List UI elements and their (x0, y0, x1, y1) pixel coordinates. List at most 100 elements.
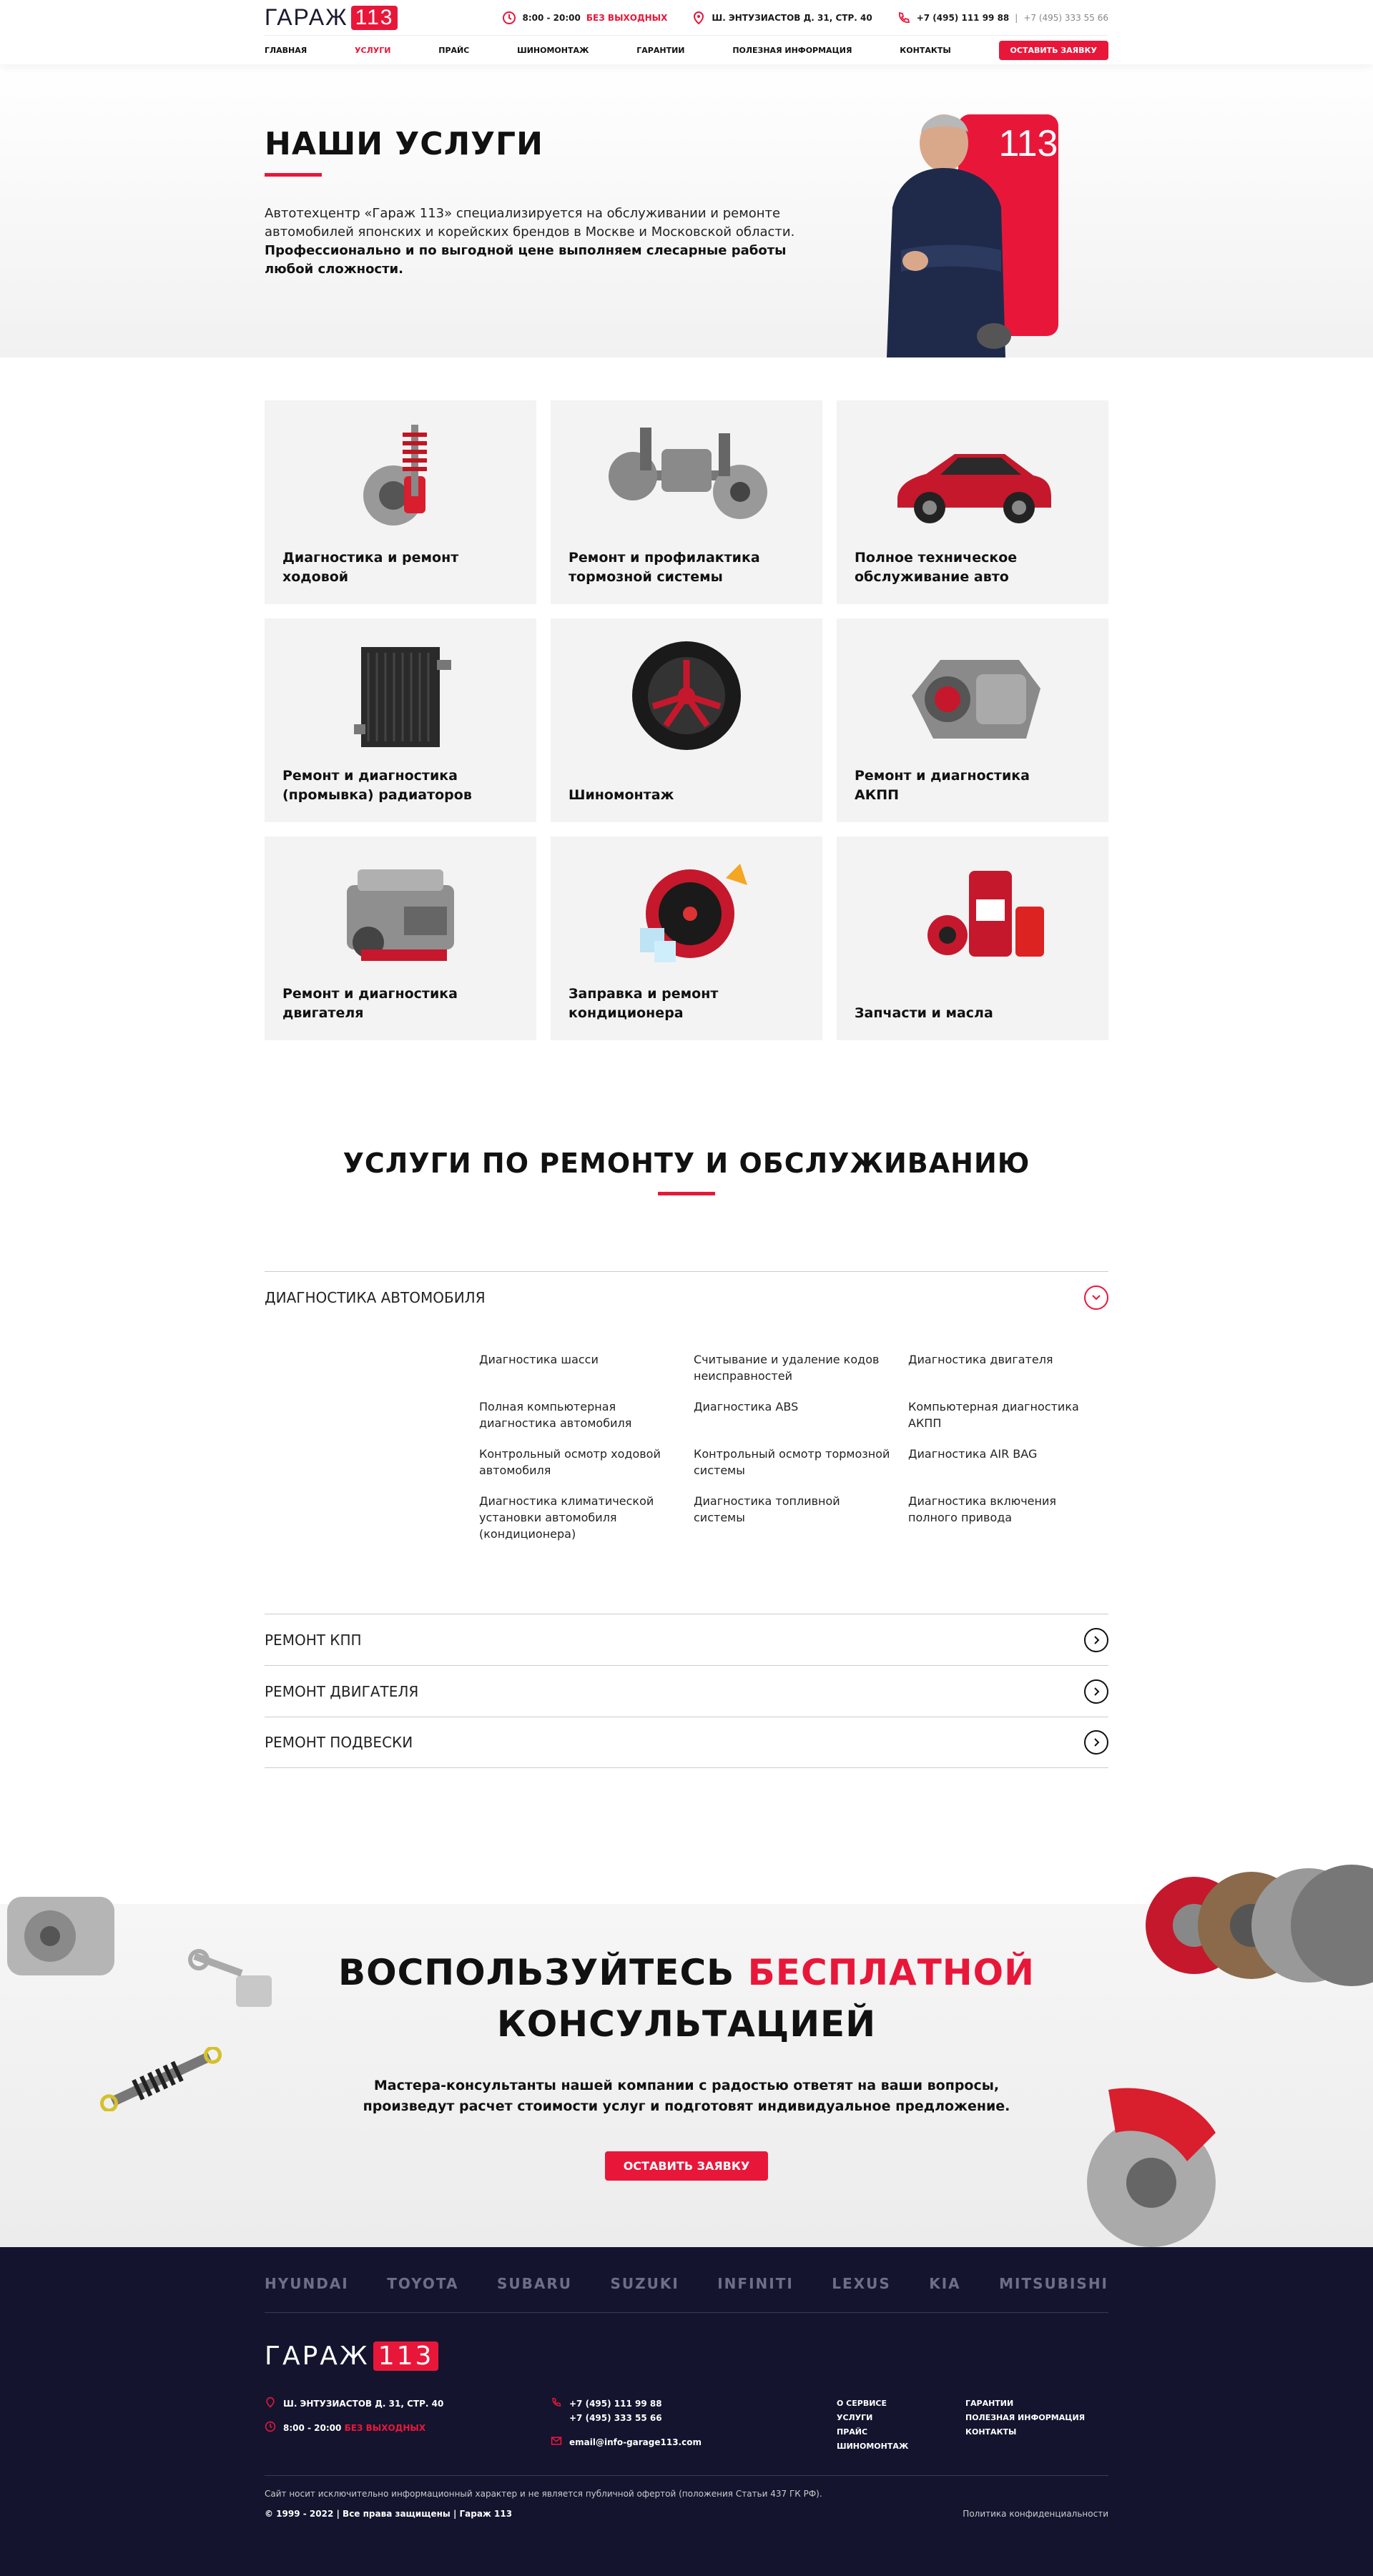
clock-icon (503, 11, 516, 24)
footer-link[interactable]: КОНТАКТЫ (965, 2425, 1085, 2439)
address: Ш. ЭНТУЗИАСТОВ Д. 31, СТР. 40 (692, 11, 872, 25)
nav-price[interactable]: ПРАЙС (438, 46, 469, 55)
title-underline (265, 173, 322, 177)
map-pin-icon (694, 11, 704, 24)
footer-hours: 8:00 - 20:00 БЕЗ ВЫХОДНЫХ (265, 2421, 551, 2435)
logo[interactable]: ГАРАЖ 113 (265, 4, 398, 31)
nav-services[interactable]: УСЛУГИ (355, 46, 390, 55)
fuel-pump-image (7, 1897, 114, 1975)
phones[interactable]: +7 (495) 111 99 88 | +7 (495) 333 55 66 (897, 11, 1108, 25)
list-item[interactable]: Диагностика климатической установки авто… (479, 1493, 694, 1542)
nav-info[interactable]: ПОЛЕЗНАЯ ИНФОРМАЦИЯ (732, 46, 852, 55)
nav-contacts[interactable]: КОНТАКТЫ (900, 46, 950, 55)
list-item[interactable]: Диагностика топливной системы (694, 1493, 908, 1542)
accordion-engine[interactable]: РЕМОНТ ДВИГАТЕЛЯ (265, 1665, 1108, 1717)
footer-link[interactable]: ПРАЙС (837, 2425, 965, 2439)
privacy-link[interactable]: Политика конфиденциальности (963, 2509, 1108, 2519)
chevron-right-icon[interactable] (1084, 1730, 1108, 1755)
footer-link[interactable]: УСЛУГИ (837, 2411, 965, 2425)
list-item[interactable]: Диагностика включения полного привода (908, 1493, 1108, 1542)
piston-image (188, 1949, 272, 2007)
list-item[interactable]: Полная компьютерная диагностика автомоби… (479, 1398, 694, 1431)
footer-links-1: О СЕРВИСЕ УСЛУГИ ПРАЙС ШИНОМОНТАЖ (837, 2397, 965, 2459)
car-icon (897, 454, 1051, 523)
services-accordion: ДИАГНОСТИКА АВТОМОБИЛЯ Диагностика шасси… (265, 1271, 1108, 1768)
service-card[interactable]: Полное техническое обслуживание авто (837, 400, 1108, 604)
brand-logo: SUBARU (496, 2274, 572, 2292)
ac-icon (640, 864, 747, 962)
mechanic-image: 113 (887, 114, 1058, 357)
service-card[interactable]: Ремонт и диагностика АКПП (837, 618, 1108, 822)
clutch-kit-image (1146, 1865, 1373, 1986)
cta-text: Мастера-консультанты нашей компании с ра… (363, 2078, 1010, 2114)
clock-icon (265, 2421, 276, 2432)
diagnostics-list: Диагностика шасси Считывание и удаление … (479, 1351, 1108, 1542)
hero-section: НАШИ УСЛУГИ Автотехцентр «Гараж 113» спе… (0, 64, 1373, 357)
footer-phones[interactable]: +7 (495) 111 99 88 +7 (495) 333 55 66 (551, 2397, 837, 2425)
working-hours: 8:00 - 20:00 БЕЗ ВЫХОДНЫХ (502, 11, 667, 25)
site-footer: HYUNDAI TOYOTA SUBARU SUZUKI INFINITI LE… (0, 2247, 1373, 2576)
footer-address: Ш. ЭНТУЗИАСТОВ Д. 31, СТР. 40 (265, 2397, 551, 2411)
footer-link[interactable]: ШИНОМОНТАЖ (837, 2439, 965, 2454)
service-card[interactable]: Диагностика и ремонт ходовой (265, 400, 536, 604)
footer-link[interactable]: О СЕРВИСЕ (837, 2397, 965, 2411)
cta-request-button[interactable]: ОСТАВИТЬ ЗАЯВКУ (604, 2151, 769, 2181)
footer-link[interactable]: ПОЛЕЗНАЯ ИНФОРМАЦИЯ (965, 2411, 1085, 2425)
hero-text: Автотехцентр «Гараж 113» специализируетс… (265, 206, 795, 277)
brand-logo: LEXUS (832, 2274, 891, 2292)
nav-guarantees[interactable]: ГАРАНТИИ (636, 46, 684, 55)
map-pin-icon (266, 2397, 275, 2408)
service-card[interactable]: Шиномонтаж (551, 618, 822, 822)
list-item[interactable]: Диагностика AIR BAG (908, 1446, 1108, 1479)
footer-logo[interactable]: ГАРАЖ 113 (265, 2341, 1108, 2371)
accordion-diagnostics[interactable]: ДИАГНОСТИКА АВТОМОБИЛЯ (265, 1271, 1108, 1323)
service-card[interactable]: Запчасти и масла (837, 837, 1108, 1040)
chevron-right-icon[interactable] (1084, 1627, 1108, 1652)
brake-caliper-image (1087, 2088, 1216, 2247)
brand-logo: INFINITI (717, 2274, 794, 2292)
service-card[interactable]: Заправка и ремонт кондиционера (551, 837, 822, 1040)
list-item[interactable]: Компьютерная диагностика АКПП (908, 1398, 1108, 1431)
footer-links-2: ГАРАНТИИ ПОЛЕЗНАЯ ИНФОРМАЦИЯ КОНТАКТЫ (965, 2397, 1085, 2459)
service-card[interactable]: Ремонт и профилактика тормозной системы (551, 400, 822, 604)
list-item[interactable]: Контрольный осмотр ходовой автомобиля (479, 1446, 694, 1479)
wheel-icon (632, 641, 741, 750)
disclaimer: Сайт носит исключительно информационный … (265, 2475, 1108, 2499)
page-title: НАШИ УСЛУГИ (265, 126, 543, 162)
chevron-down-icon[interactable] (1084, 1285, 1108, 1310)
nav-home[interactable]: ГЛАВНАЯ (265, 46, 307, 55)
shock-absorber-icon (363, 425, 427, 525)
brand-logos: HYUNDAI TOYOTA SUBARU SUZUKI INFINITI LE… (265, 2261, 1108, 2313)
list-item[interactable]: Диагностика ABS (694, 1398, 908, 1431)
services-cards: Диагностика и ремонт ходовой Ремонт и пр… (265, 400, 1108, 1040)
list-item[interactable]: Контрольный осмотр тормозной системы (694, 1446, 908, 1479)
chevron-right-icon[interactable] (1084, 1679, 1108, 1704)
footer-link[interactable]: ГАРАНТИИ (965, 2397, 1085, 2411)
services-title: УСЛУГИ ПО РЕМОНТУ И ОБСЛУЖИВАНИЮ (343, 1148, 1030, 1179)
gearbox-icon (912, 660, 1040, 739)
oil-icon (927, 871, 1044, 957)
brand-logo: SUZUKI (610, 2274, 679, 2292)
accordion-gearbox[interactable]: РЕМОНТ КПП (265, 1614, 1108, 1665)
radiator-icon (354, 647, 451, 747)
phone-icon (552, 2397, 561, 2407)
footer-email[interactable]: email@info-garage113.com (551, 2435, 837, 2449)
service-card[interactable]: Ремонт и диагностика двигателя (265, 837, 536, 1040)
service-card[interactable]: Ремонт и диагностика (промывка) радиатор… (265, 618, 536, 822)
request-button[interactable]: ОСТАВИТЬ ЗАЯВКУ (998, 40, 1108, 60)
consultation-section: ВОСПОЛЬЗУЙТЕСЬ БЕСПЛАТНОЙ КОНСУЛЬТАЦИЕЙ М… (0, 1865, 1373, 2247)
engine-icon (347, 869, 454, 961)
axle-icon (609, 428, 767, 519)
list-item[interactable]: Считывание и удаление кодов неисправност… (694, 1351, 908, 1384)
phone-icon (898, 11, 910, 23)
nav-tires[interactable]: ШИНОМОНТАЖ (517, 46, 589, 55)
brand-logo: MITSUBISHI (999, 2274, 1108, 2292)
copyright: © 1999 - 2022 | Все права защищены | Гар… (265, 2509, 513, 2519)
list-item[interactable]: Диагностика двигателя (908, 1351, 1108, 1384)
main-nav: ГЛАВНАЯ УСЛУГИ ПРАЙС ШИНОМОНТАЖ ГАРАНТИИ… (265, 36, 1108, 64)
brand-logo: HYUNDAI (265, 2274, 349, 2292)
accordion-suspension[interactable]: РЕМОНТ ПОДВЕСКИ (265, 1717, 1108, 1768)
list-item[interactable]: Диагностика шасси (479, 1351, 694, 1384)
title-underline (658, 1192, 715, 1195)
site-header: ГАРАЖ 113 8:00 - 20:00 БЕЗ ВЫХОДНЫХ Ш. ЭНТ… (0, 0, 1373, 64)
